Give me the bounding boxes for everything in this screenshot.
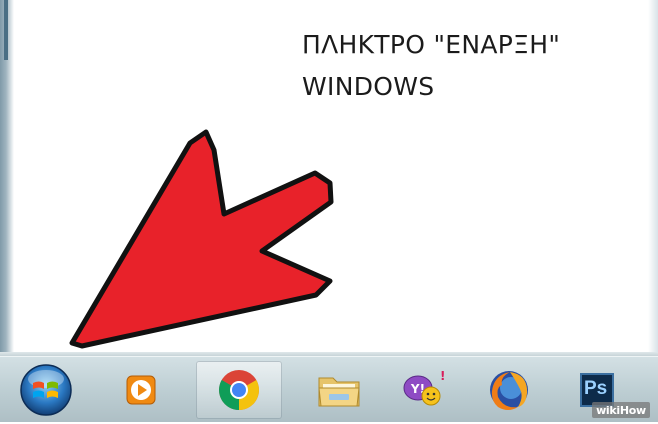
start-button[interactable] (16, 359, 76, 419)
taskbar: Y! ! Ps wikiHow (0, 356, 658, 422)
taskbar-file-explorer[interactable] (296, 361, 382, 419)
desktop: ΠΛΗΚΤΡΟ "ΕΝΑΡΞΗ" WINDOWS Y! ! Ps wikiHow (0, 0, 658, 422)
windows-start-orb-icon (20, 364, 72, 416)
media-player-icon (126, 375, 156, 405)
svg-text:!: ! (440, 369, 445, 383)
wikihow-watermark: wikiHow (592, 402, 650, 418)
photoshop-icon-label: Ps (584, 378, 608, 399)
yahoo-messenger-icon: Y! ! (403, 369, 445, 406)
file-explorer-folder-icon (318, 377, 360, 407)
firefox-icon (490, 371, 528, 410)
taskbar-chrome[interactable] (196, 361, 282, 419)
taskbar-firefox[interactable] (466, 361, 552, 419)
chrome-icon (219, 370, 259, 410)
taskbar-media-player[interactable] (98, 361, 184, 419)
taskbar-yahoo-messenger[interactable]: Y! ! (380, 361, 466, 419)
